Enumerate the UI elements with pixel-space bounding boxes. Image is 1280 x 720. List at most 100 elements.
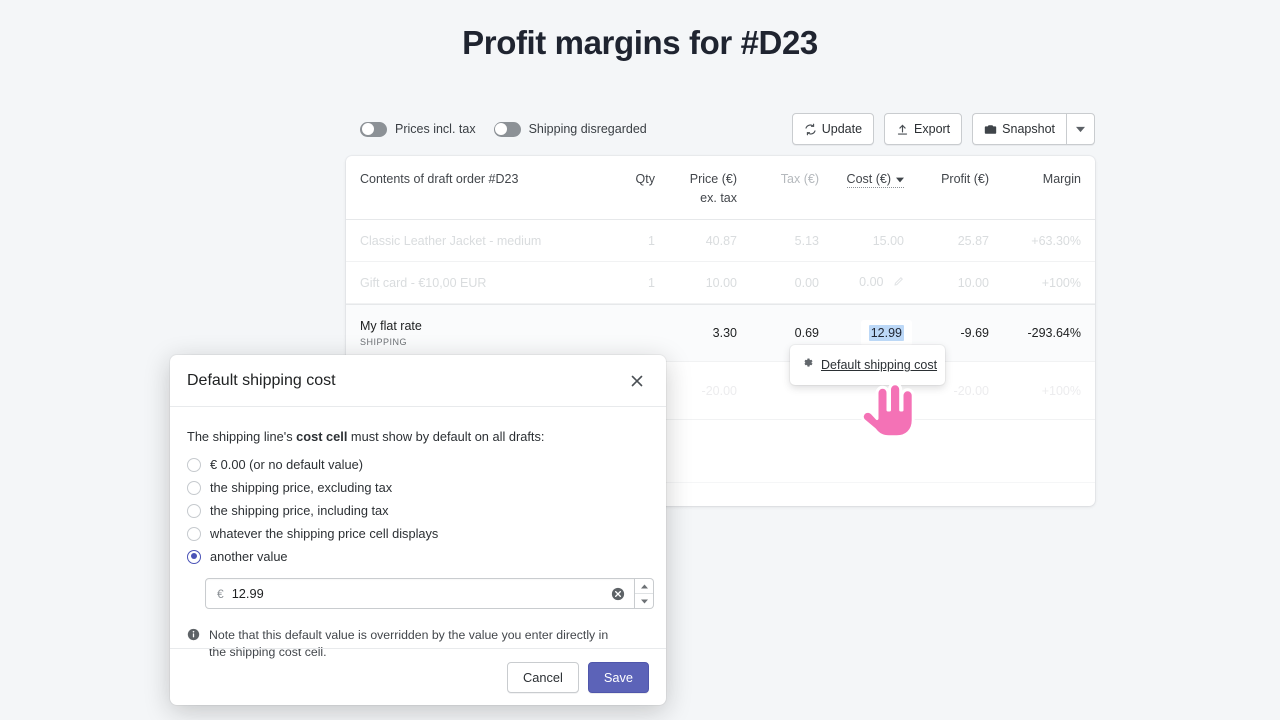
column-header-price-sub: ex. tax bbox=[700, 191, 737, 205]
default-shipping-cost-popover[interactable]: Default shipping cost bbox=[790, 345, 945, 385]
row-profit: +6.18 bbox=[910, 504, 995, 507]
radio-option-price-incl-tax[interactable]: the shipping price, including tax bbox=[187, 499, 649, 522]
page-title: Profit margins for #D23 bbox=[462, 24, 818, 61]
row-cost-value: 0.00 bbox=[859, 275, 884, 289]
dialog-title: Default shipping cost bbox=[187, 371, 336, 389]
radio-option-zero[interactable]: € 0.00 (or no default value) bbox=[187, 453, 649, 476]
row-name: Gift card - €10,00 EUR bbox=[360, 275, 487, 290]
toggle-label-shipping: Shipping disregarded bbox=[528, 122, 647, 136]
chevron-down-icon bbox=[1076, 126, 1085, 133]
toolbar-actions: Update Export Snapshot bbox=[782, 113, 1095, 145]
table-row[interactable]: Gift card - €10,00 EUR 1 10.00 0.00 0.00… bbox=[346, 262, 1095, 304]
row-price: 3.30 bbox=[712, 326, 737, 340]
radio-label: whatever the shipping price cell display… bbox=[210, 526, 439, 541]
row-price: 34.17 bbox=[661, 504, 743, 507]
column-header-cost-label: Cost (€) bbox=[846, 172, 891, 186]
radio-label: another value bbox=[210, 549, 288, 564]
radio-label: € 0.00 (or no default value) bbox=[210, 457, 363, 472]
value-input[interactable]: 12.99 bbox=[232, 586, 611, 601]
column-header-margin: Margin bbox=[1042, 172, 1081, 186]
row-qty: 1 bbox=[648, 233, 655, 248]
row-cost[interactable]: 15.00 bbox=[825, 234, 910, 248]
popover-link-label[interactable]: Default shipping cost bbox=[821, 358, 937, 372]
column-header-cost[interactable]: Cost (€) bbox=[825, 172, 910, 188]
row-tax: 5.82 bbox=[743, 504, 825, 507]
column-header-profit: Profit (€) bbox=[941, 172, 989, 186]
gear-icon bbox=[801, 356, 814, 374]
row-name: My flat rate bbox=[360, 319, 422, 333]
row-price: 10.00 bbox=[705, 275, 737, 290]
toggle-prices-incl-tax[interactable]: Prices incl. tax bbox=[360, 121, 476, 137]
currency-symbol: € bbox=[217, 586, 224, 601]
dialog-lead-after: must show by default on all drafts: bbox=[347, 429, 545, 444]
toolbar-toggles: Prices incl. tax Shipping disregarded bbox=[360, 113, 647, 145]
row-tax: 0.69 bbox=[794, 326, 819, 340]
toggle-shipping-disregarded[interactable]: Shipping disregarded bbox=[493, 121, 647, 137]
toggle-knob bbox=[495, 123, 508, 135]
snapshot-dropdown-button[interactable] bbox=[1066, 113, 1095, 145]
row-cost-editable[interactable]: 12.99 bbox=[825, 320, 912, 346]
row-name-block: My flat rate SHIPPING bbox=[346, 319, 586, 347]
row-margin: +100% bbox=[1041, 275, 1081, 290]
cost-sort-control[interactable]: Cost (€) bbox=[846, 172, 904, 188]
row-margin: +63.30% bbox=[1031, 233, 1081, 248]
dialog-lead-before: The shipping line's bbox=[187, 429, 297, 444]
refresh-icon bbox=[804, 123, 817, 136]
radio-option-another-value[interactable]: another value bbox=[187, 545, 649, 568]
value-input-box[interactable]: € 12.99 bbox=[205, 578, 635, 609]
dialog-lead-text: The shipping line's cost cell must show … bbox=[187, 429, 649, 444]
close-icon[interactable] bbox=[625, 369, 649, 393]
row-profit: -20.00 bbox=[953, 383, 989, 398]
update-button[interactable]: Update bbox=[791, 113, 875, 145]
toggle-label-prices: Prices incl. tax bbox=[395, 122, 476, 136]
caret-up-icon[interactable] bbox=[635, 579, 653, 594]
column-header-tax: Tax (€) bbox=[780, 172, 819, 186]
cancel-button[interactable]: Cancel bbox=[506, 661, 579, 693]
another-value-field[interactable]: € 12.99 bbox=[205, 578, 654, 609]
radio-icon[interactable] bbox=[187, 526, 201, 541]
export-button[interactable]: Export bbox=[884, 113, 963, 145]
toggle-switch-prices[interactable] bbox=[360, 121, 387, 137]
value-stepper[interactable] bbox=[635, 578, 654, 609]
row-cost-value-selected: 12.99 bbox=[868, 325, 904, 341]
column-header-price-label: Price (€) bbox=[689, 172, 737, 186]
save-button[interactable]: Save bbox=[587, 661, 649, 693]
row-profit: 10.00 bbox=[957, 275, 989, 290]
row-margin: -293.64% bbox=[1027, 326, 1081, 340]
row-subtype-badge: SHIPPING bbox=[360, 337, 408, 347]
radio-icon[interactable] bbox=[187, 480, 201, 495]
clear-circle-icon[interactable] bbox=[611, 587, 625, 601]
dialog-lead-bold: cost cell bbox=[296, 429, 348, 444]
radio-icon-selected[interactable] bbox=[187, 549, 201, 564]
row-qty: 1 bbox=[648, 275, 655, 290]
table-row[interactable]: Classic Leather Jacket - medium 1 40.87 … bbox=[346, 220, 1095, 262]
radio-icon[interactable] bbox=[187, 457, 201, 472]
table-row-shipping[interactable]: My flat rate SHIPPING 3.30 0.69 12.99 -9… bbox=[346, 304, 1095, 362]
table-header-row: Contents of draft order #D23 Qty Price (… bbox=[346, 156, 1095, 220]
row-tax: 0.00 bbox=[794, 275, 819, 290]
edit-pencil-icon[interactable] bbox=[893, 276, 904, 290]
row-margin: +100% bbox=[1041, 383, 1081, 398]
default-shipping-cost-dialog: Default shipping cost The shipping line'… bbox=[170, 355, 666, 705]
radio-label: the shipping price, including tax bbox=[210, 503, 389, 518]
upload-icon bbox=[896, 123, 909, 136]
radio-option-whatever-displays[interactable]: whatever the shipping price cell display… bbox=[187, 522, 649, 545]
toggle-knob bbox=[361, 123, 374, 135]
row-margin: +18.09% bbox=[995, 504, 1095, 507]
radio-label: the shipping price, excluding tax bbox=[210, 480, 393, 495]
row-cost[interactable]: 0.00 bbox=[825, 275, 910, 290]
toolbar: Prices incl. tax Shipping disregarded Up… bbox=[346, 113, 1095, 145]
row-cost: 27.99 bbox=[825, 504, 910, 507]
export-button-label: Export bbox=[914, 122, 951, 136]
snapshot-button[interactable]: Snapshot bbox=[972, 113, 1066, 145]
cost-edit-cell[interactable]: 12.99 bbox=[860, 320, 912, 346]
column-header-qty: Qty bbox=[635, 172, 655, 186]
caret-down-icon[interactable] bbox=[635, 594, 653, 608]
column-header-contents: Contents of draft order #D23 bbox=[360, 172, 519, 186]
row-profit: 25.87 bbox=[957, 233, 989, 248]
row-price: 40.87 bbox=[705, 233, 737, 248]
radio-icon[interactable] bbox=[187, 503, 201, 518]
row-name: Classic Leather Jacket - medium bbox=[360, 233, 542, 248]
toggle-switch-shipping[interactable] bbox=[493, 121, 521, 137]
radio-option-price-ex-tax[interactable]: the shipping price, excluding tax bbox=[187, 476, 649, 499]
